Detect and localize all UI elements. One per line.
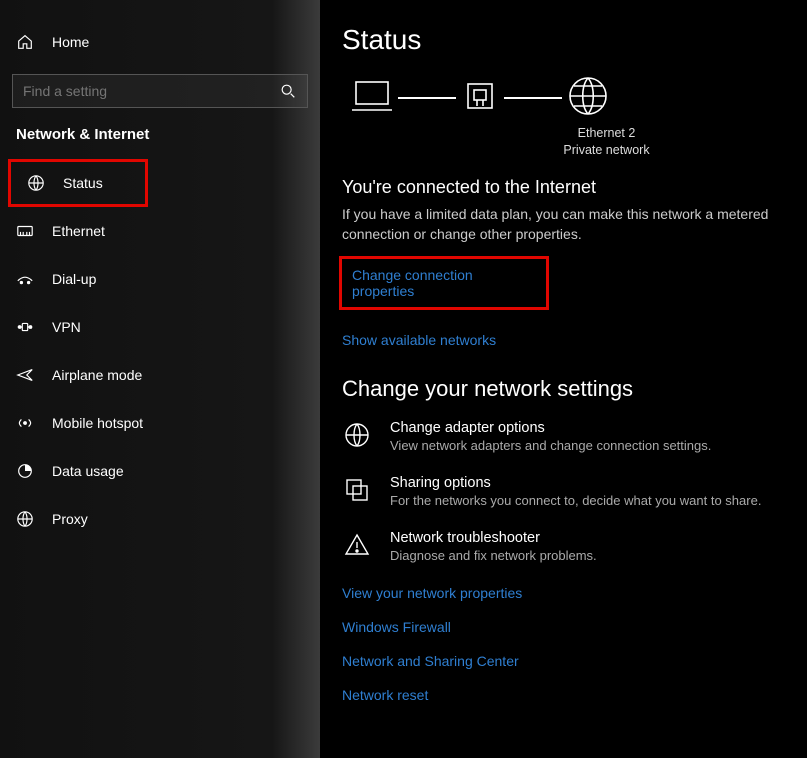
nav-label: Dial-up (52, 271, 96, 287)
network-sharing-center-link[interactable]: Network and Sharing Center (342, 653, 777, 669)
change-connection-properties-link[interactable]: Change connection properties (352, 267, 536, 299)
router-icon (460, 76, 500, 119)
nav-label: VPN (52, 319, 81, 335)
diagram-label: Ethernet 2 Private network (436, 125, 777, 159)
section-title: Network & Internet (0, 126, 320, 153)
adapter-icon (342, 420, 372, 450)
setting-troubleshooter[interactable]: Network troubleshooter Diagnose and fix … (342, 530, 777, 563)
status-icon (27, 174, 45, 192)
view-network-properties-link[interactable]: View your network properties (342, 585, 777, 601)
sidebar-item-vpn[interactable]: VPN (0, 303, 320, 351)
sidebar-item-status[interactable]: Status (8, 159, 148, 207)
highlight-change-props: Change connection properties (339, 256, 549, 310)
vpn-icon (16, 318, 34, 336)
conn-type: Private network (436, 142, 777, 159)
home-link[interactable]: Home (0, 24, 320, 60)
ethernet-icon (16, 222, 34, 240)
home-icon (16, 33, 34, 51)
nav-label: Mobile hotspot (52, 415, 143, 431)
datausage-icon (16, 462, 34, 480)
hotspot-icon (16, 414, 34, 432)
setting-desc: For the networks you connect to, decide … (390, 493, 761, 508)
pc-icon (350, 76, 394, 119)
nav-label: Airplane mode (52, 367, 142, 383)
network-diagram (350, 74, 777, 121)
troubleshoot-icon (342, 530, 372, 560)
change-settings-heading: Change your network settings (342, 376, 777, 402)
sidebar-item-ethernet[interactable]: Ethernet (0, 207, 320, 255)
nav-label: Ethernet (52, 223, 105, 239)
conn-name: Ethernet 2 (436, 125, 777, 142)
sharing-icon (342, 475, 372, 505)
proxy-icon (16, 510, 34, 528)
sidebar-item-dialup[interactable]: Dial-up (0, 255, 320, 303)
home-label: Home (52, 34, 89, 50)
setting-title: Sharing options (390, 475, 761, 491)
setting-adapter-options[interactable]: Change adapter options View network adap… (342, 420, 777, 453)
search-input[interactable] (23, 83, 279, 99)
sidebar-item-hotspot[interactable]: Mobile hotspot (0, 399, 320, 447)
diagram-line (398, 97, 456, 99)
content-panel: Status Ethernet 2 Private network You're… (320, 0, 807, 758)
page-title: Status (342, 24, 777, 56)
status-description: If you have a limited data plan, you can… (342, 204, 777, 245)
nav-label: Proxy (52, 511, 88, 527)
status-headline: You're connected to the Internet (342, 177, 777, 198)
search-icon (279, 82, 297, 100)
setting-title: Network troubleshooter (390, 530, 597, 546)
setting-title: Change adapter options (390, 420, 711, 436)
settings-sidebar: Home Network & Internet Status Ethernet … (0, 0, 320, 758)
nav-label: Data usage (52, 463, 124, 479)
sidebar-item-airplane[interactable]: Airplane mode (0, 351, 320, 399)
globe-icon (566, 74, 610, 121)
show-available-networks-link[interactable]: Show available networks (342, 332, 496, 348)
setting-sharing-options[interactable]: Sharing options For the networks you con… (342, 475, 777, 508)
nav-label: Status (63, 175, 103, 191)
sidebar-item-proxy[interactable]: Proxy (0, 495, 320, 543)
diagram-line (504, 97, 562, 99)
sidebar-item-datausage[interactable]: Data usage (0, 447, 320, 495)
airplane-icon (16, 366, 34, 384)
extra-links: View your network properties Windows Fir… (342, 585, 777, 703)
search-box[interactable] (12, 74, 308, 108)
windows-firewall-link[interactable]: Windows Firewall (342, 619, 777, 635)
dialup-icon (16, 270, 34, 288)
network-reset-link[interactable]: Network reset (342, 687, 777, 703)
setting-desc: View network adapters and change connect… (390, 438, 711, 453)
setting-desc: Diagnose and fix network problems. (390, 548, 597, 563)
